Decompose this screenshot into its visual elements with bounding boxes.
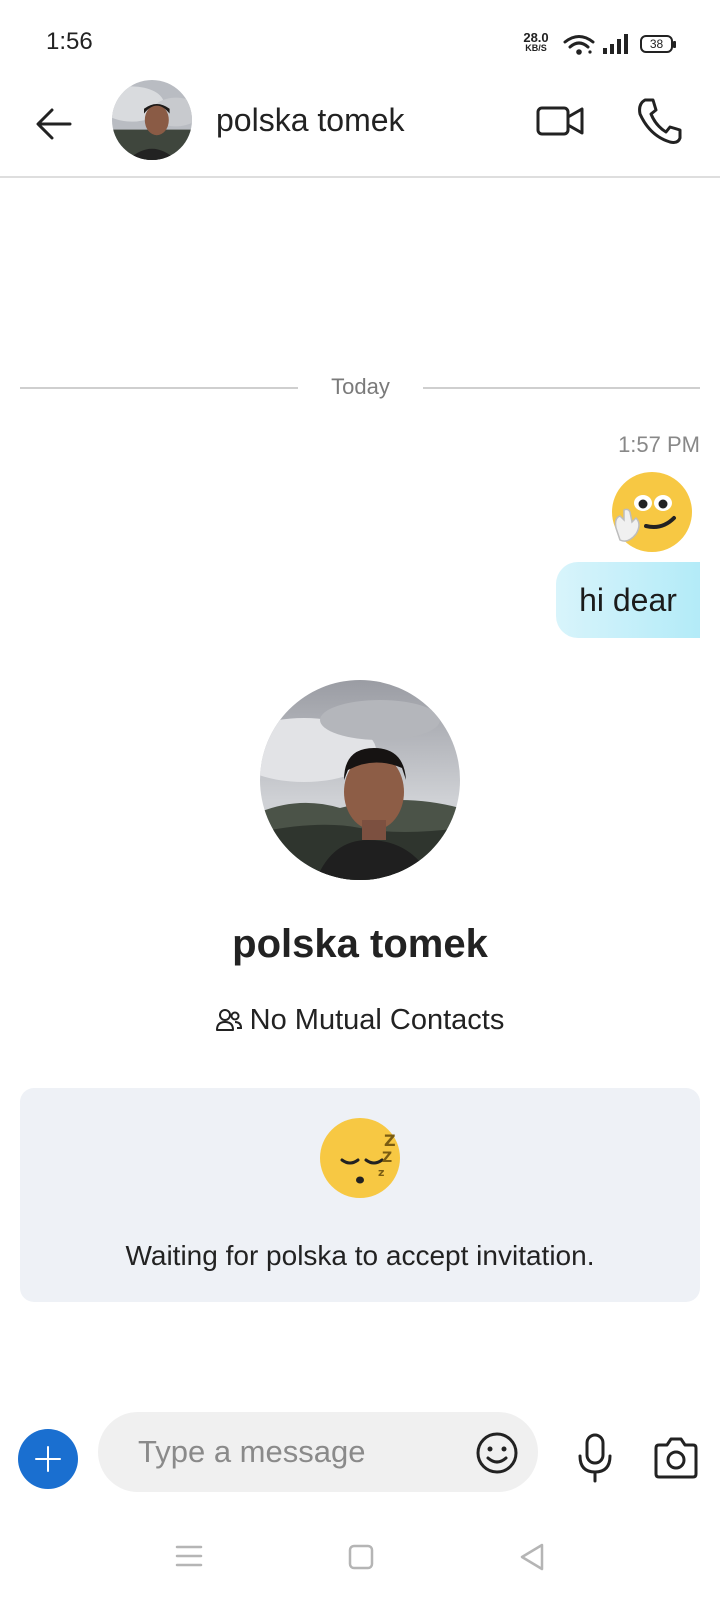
menu-nav-icon[interactable]	[175, 1544, 203, 1568]
date-label: Today	[331, 374, 390, 399]
video-call-icon[interactable]	[534, 94, 588, 148]
sleeping-face-emoji-icon: Z Z z	[320, 1118, 400, 1198]
profile-name: polska tomek	[232, 922, 488, 966]
mutual-contacts: No Mutual Contacts	[0, 1004, 720, 1037]
svg-text:Z: Z	[384, 1131, 396, 1150]
back-nav-icon[interactable]	[518, 1542, 546, 1572]
signal-icon	[603, 34, 628, 54]
back-arrow-icon[interactable]	[30, 98, 82, 150]
message-timestamp: 1:57 PM	[618, 432, 700, 457]
status-time: 1:56	[46, 28, 93, 55]
divider-line	[423, 387, 700, 389]
home-nav-icon[interactable]	[348, 1544, 374, 1570]
camera-icon[interactable]	[652, 1436, 700, 1480]
message-bubble[interactable]: hi dear	[556, 562, 700, 638]
status-bar: 1:56 28.0 KB/S 38	[0, 0, 720, 80]
contact-name[interactable]: polska tomek	[216, 102, 405, 139]
message-input[interactable]	[138, 1432, 458, 1472]
svg-text:Z: Z	[382, 1150, 392, 1166]
svg-text:z: z	[378, 1166, 384, 1179]
network-speed: 28.0 KB/S	[523, 30, 549, 53]
avatar-photo	[112, 80, 192, 160]
invitation-status-text: Waiting for polska to accept invitation.	[125, 1240, 595, 1271]
chat-header: polska tomek	[0, 80, 720, 178]
divider-line	[20, 387, 298, 389]
profile-avatar[interactable]	[260, 680, 460, 880]
mutual-contacts-label: No Mutual Contacts	[249, 1004, 505, 1036]
contacts-icon	[215, 1009, 242, 1031]
message-text: hi dear	[579, 582, 677, 618]
date-divider: Today	[20, 370, 700, 404]
invitation-card: Z Z z Waiting for polska to accept invit…	[20, 1088, 700, 1302]
battery-indicator: 38	[640, 35, 676, 53]
emoji-icon[interactable]	[474, 1430, 520, 1476]
add-attachment-button[interactable]	[18, 1429, 78, 1489]
wifi-icon	[563, 35, 595, 55]
microphone-icon[interactable]	[574, 1432, 616, 1484]
message-composer	[98, 1412, 538, 1492]
profile-photo	[260, 680, 460, 880]
phone-call-icon[interactable]	[632, 94, 686, 148]
contact-avatar[interactable]	[112, 80, 192, 160]
waving-face-emoji-icon[interactable]	[610, 470, 694, 554]
